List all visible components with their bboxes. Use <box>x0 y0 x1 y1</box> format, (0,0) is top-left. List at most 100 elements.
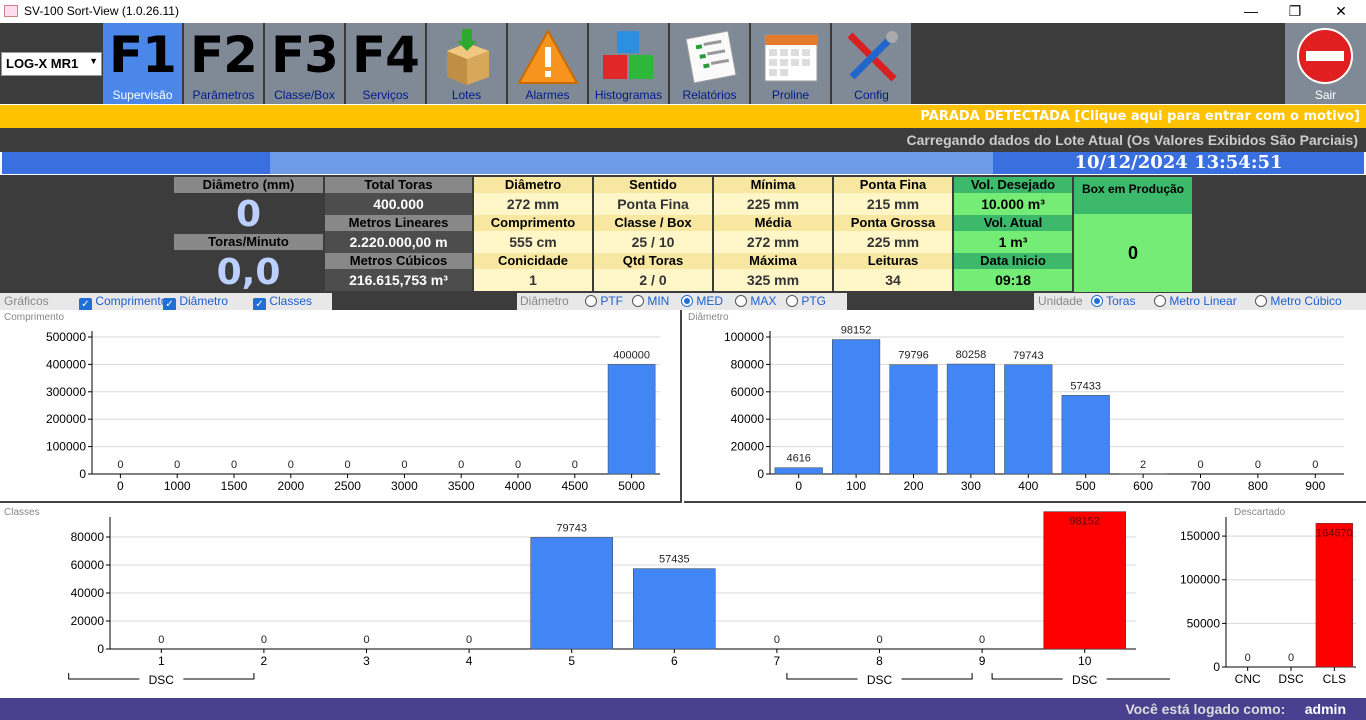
radio-ptf[interactable]: PTF <box>585 293 623 310</box>
x-tick-label: 4000 <box>505 479 532 493</box>
chk-diametro[interactable]: ✓ Diâmetro <box>163 293 228 311</box>
y-tick-label: 500000 <box>46 330 86 344</box>
data-label: 80258 <box>956 349 987 361</box>
y-tick-label: 100000 <box>46 440 86 454</box>
stop-detected-alert[interactable]: PARADA DETECTADA [Clique aqui para entra… <box>0 105 1366 128</box>
radio-selected-icon <box>1091 295 1103 307</box>
lotes-button[interactable]: Lotes <box>427 23 507 104</box>
bar <box>889 364 938 475</box>
chk-comprimento[interactable]: ✓ Comprimento <box>79 293 167 311</box>
classes-chart-panel: Classes 0 20000 40000 60000 80000 0 1 0 2 0 3 0 4 797… <box>0 505 1178 698</box>
bar <box>1315 523 1354 668</box>
proline-button[interactable]: Proline <box>751 23 831 104</box>
bar <box>832 339 881 475</box>
data-label: 0 <box>876 634 882 646</box>
radio-toras[interactable]: Toras <box>1091 293 1135 310</box>
descartado-chart-panel: Descartado 0 50000 100000 150000 0 CNC 0 DSC 164… <box>1170 505 1366 698</box>
group-label: DSC <box>149 673 175 687</box>
y-tick-label: 0 <box>79 467 86 481</box>
logged-in-user: admin <box>1304 701 1346 717</box>
vol-desejado-value: 10.000 m³ <box>954 193 1072 215</box>
comprimento-value: 555 cm <box>474 231 592 253</box>
sentido-header: Sentido <box>594 177 712 193</box>
relatorios-button[interactable]: Relatórios <box>670 23 750 104</box>
y-tick-label: 20000 <box>71 614 105 628</box>
radio-icon <box>786 295 798 307</box>
data-label: 0 <box>345 459 351 471</box>
radio-metro-cubico-label: Metro Cúbico <box>1270 294 1342 308</box>
minima-header: Mínima <box>714 177 832 193</box>
logged-in-label: Você está logado como: <box>1125 701 1286 717</box>
x-tick-label: 7 <box>774 654 781 668</box>
minimize-button[interactable]: — <box>1228 0 1274 23</box>
comprimento-chart-panel: Comprimento 0 100000 200000 300000 400000 500… <box>0 310 682 503</box>
diametro-chart: 0200004000060000800001000004616098152100… <box>724 325 1344 493</box>
f1-supervisao-button[interactable]: F1 Supervisão <box>103 23 183 104</box>
chk-comprimento-label: Comprimento <box>95 294 168 308</box>
status-bar: Você está logado como: admin <box>0 698 1366 720</box>
x-tick-label: 4500 <box>561 479 588 493</box>
bar <box>530 537 613 650</box>
f4-servicos-button[interactable]: F4 Serviços <box>346 23 426 104</box>
config-button[interactable]: Config <box>832 23 912 104</box>
data-inicio-header: Data Inicio <box>954 253 1072 269</box>
data-label: 57435 <box>659 554 690 566</box>
vol-desejado-header: Vol. Desejado <box>954 177 1072 193</box>
conicidade-header: Conicidade <box>474 253 592 269</box>
y-tick-label: 50000 <box>1187 616 1221 630</box>
classe-box-value: 25 / 10 <box>594 231 712 253</box>
lote-select[interactable]: LOG-X MR1 ▼ <box>1 52 102 76</box>
maximize-button[interactable]: ❐ <box>1272 0 1318 23</box>
diametro-value: 272 mm <box>474 193 592 215</box>
x-tick-label: CNC <box>1235 672 1261 686</box>
radio-ptf-label: PTF <box>600 294 624 308</box>
data-label: 164670 <box>1316 527 1353 539</box>
x-tick-label: 300 <box>961 479 981 493</box>
f4-key: F4 <box>352 26 420 84</box>
radio-min[interactable]: MIN <box>632 293 669 310</box>
histogramas-button[interactable]: Histogramas <box>589 23 669 104</box>
radio-metro-cubico[interactable]: Metro Cúbico <box>1255 293 1342 310</box>
data-label: 98152 <box>841 325 872 337</box>
close-button[interactable]: ✕ <box>1318 0 1364 23</box>
descartado-chart-title: Descartado <box>1234 507 1286 518</box>
x-tick-label: 9 <box>979 654 986 668</box>
metros-lineares-label: Metros Lineares <box>325 215 472 231</box>
radio-med[interactable]: MED <box>681 293 723 310</box>
x-tick-label: 400 <box>1018 479 1038 493</box>
box-download-icon <box>446 29 489 85</box>
vol-atual-value: 1 m³ <box>954 231 1072 253</box>
loading-message: Carregando dados do Lote Atual (Os Valor… <box>0 128 1366 152</box>
vol-atual-header: Vol. Atual <box>954 215 1072 231</box>
f3-key: F3 <box>271 26 339 84</box>
x-tick-label: 900 <box>1305 479 1325 493</box>
alarmes-button[interactable]: Alarmes <box>508 23 588 104</box>
radio-metro-linear[interactable]: Metro Linear <box>1154 293 1237 310</box>
x-tick-label: 600 <box>1133 479 1153 493</box>
progress-fill <box>2 152 270 174</box>
classes-chart-title: Classes <box>4 507 40 518</box>
f3-classe-box-button[interactable]: F3 Classe/Box <box>265 23 345 104</box>
f2-parametros-button[interactable]: F2 Parâmetros <box>184 23 264 104</box>
classes-chart: 0200004000060000800000102030479743557435… <box>68 511 1178 687</box>
graficos-group: Gráficos ✓ Comprimento ✓ Diâmetro ✓ Clas… <box>0 293 332 311</box>
x-tick-label: DSC <box>1278 672 1304 686</box>
title-bar: SV-100 Sort-View (1.0.26.11) — ❐ ✕ <box>0 0 1366 23</box>
sair-button[interactable]: Sair <box>1285 23 1366 104</box>
box-producao-label: Box em Produção <box>1074 177 1192 214</box>
group-label: DSC <box>1072 673 1098 687</box>
radio-icon <box>1255 295 1267 307</box>
chk-classes[interactable]: ✓ Classes <box>253 293 312 311</box>
data-label: 0 <box>401 459 407 471</box>
data-label: 0 <box>117 459 123 471</box>
sair-label: Sair <box>1314 88 1337 102</box>
radio-max[interactable]: MAX <box>735 293 776 310</box>
f1-label: Supervisão <box>112 88 173 102</box>
x-tick-label: 1500 <box>221 479 248 493</box>
media-value: 272 mm <box>714 231 832 253</box>
data-label: 0 <box>288 459 294 471</box>
radio-ptg[interactable]: PTG <box>786 293 826 310</box>
total-toras-label: Total Toras <box>325 177 472 193</box>
data-label: 0 <box>774 634 780 646</box>
y-tick-label: 20000 <box>731 440 765 454</box>
